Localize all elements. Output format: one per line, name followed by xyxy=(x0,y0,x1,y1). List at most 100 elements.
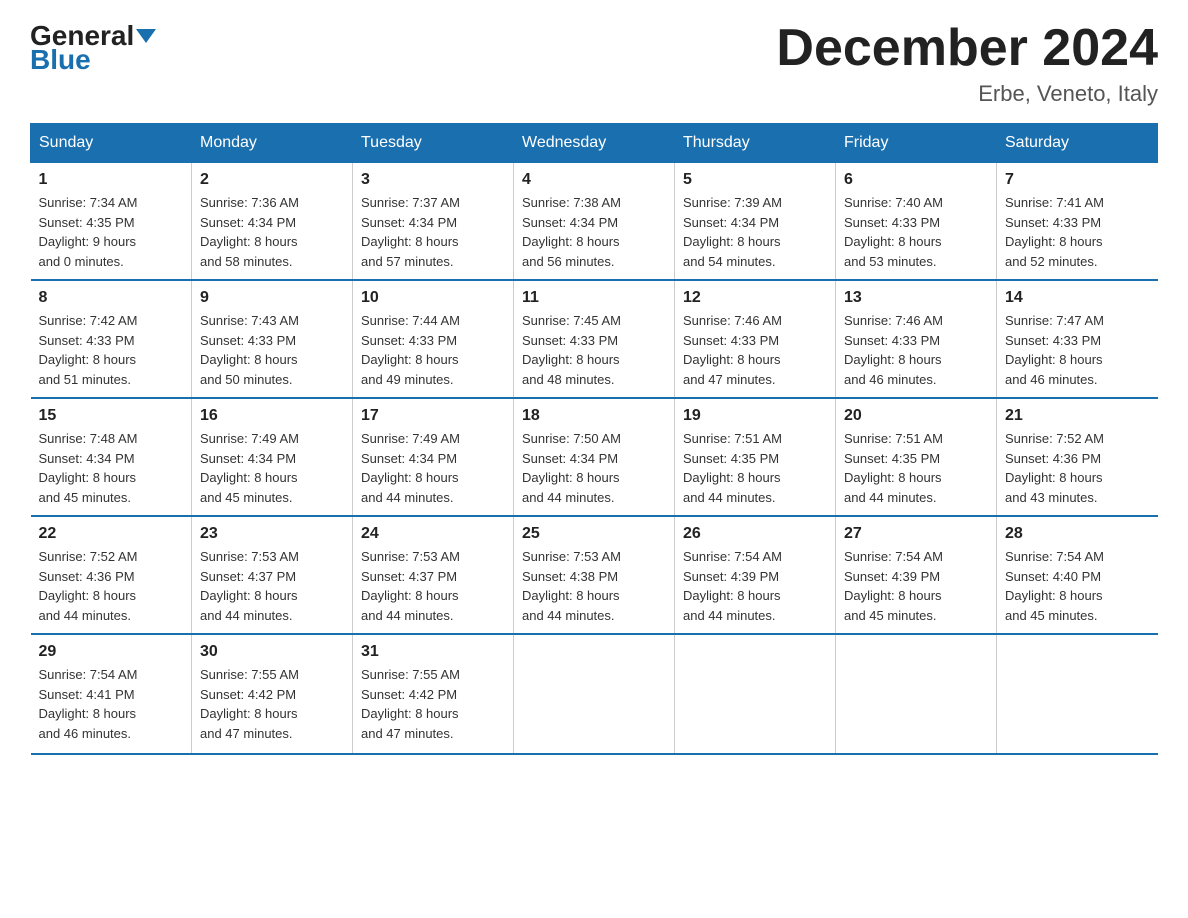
day-number: 9 xyxy=(200,289,344,307)
day-number: 1 xyxy=(39,171,184,189)
calendar-cell: 21Sunrise: 7:52 AM Sunset: 4:36 PM Dayli… xyxy=(997,398,1158,516)
day-info: Sunrise: 7:50 AM Sunset: 4:34 PM Dayligh… xyxy=(522,429,666,507)
day-info: Sunrise: 7:51 AM Sunset: 4:35 PM Dayligh… xyxy=(844,429,988,507)
day-number: 13 xyxy=(844,289,988,307)
day-info: Sunrise: 7:37 AM Sunset: 4:34 PM Dayligh… xyxy=(361,193,505,271)
day-number: 4 xyxy=(522,171,666,189)
day-number: 31 xyxy=(361,643,505,661)
subtitle: Erbe, Veneto, Italy xyxy=(776,81,1158,107)
calendar-cell xyxy=(836,634,997,754)
day-info: Sunrise: 7:34 AM Sunset: 4:35 PM Dayligh… xyxy=(39,193,184,271)
day-number: 21 xyxy=(1005,407,1150,425)
calendar-header-row: SundayMondayTuesdayWednesdayThursdayFrid… xyxy=(31,124,1158,163)
calendar-cell: 1 Sunrise: 7:34 AM Sunset: 4:35 PM Daylig… xyxy=(31,163,192,281)
day-info: Sunrise: 7:54 AM Sunset: 4:39 PM Dayligh… xyxy=(683,547,827,625)
title-block: December 2024 Erbe, Veneto, Italy xyxy=(776,20,1158,107)
calendar-dow-friday: Friday xyxy=(836,124,997,163)
day-number: 23 xyxy=(200,525,344,543)
day-info: Sunrise: 7:46 AM Sunset: 4:33 PM Dayligh… xyxy=(683,311,827,389)
logo-triangle-icon xyxy=(136,29,156,43)
calendar-cell: 29 Sunrise: 7:54 AM Sunset: 4:41 PM Dayli… xyxy=(31,634,192,754)
day-number: 10 xyxy=(361,289,505,307)
calendar-dow-saturday: Saturday xyxy=(997,124,1158,163)
calendar-table: SundayMondayTuesdayWednesdayThursdayFrid… xyxy=(30,123,1158,755)
calendar-cell: 18Sunrise: 7:50 AM Sunset: 4:34 PM Dayli… xyxy=(514,398,675,516)
day-info: Sunrise: 7:53 AM Sunset: 4:38 PM Dayligh… xyxy=(522,547,666,625)
calendar-dow-tuesday: Tuesday xyxy=(353,124,514,163)
calendar-cell: 26 Sunrise: 7:54 AM Sunset: 4:39 PM Dayli… xyxy=(675,516,836,634)
day-number: 5 xyxy=(683,171,827,189)
day-number: 22 xyxy=(39,525,184,543)
calendar-cell: 14 Sunrise: 7:47 AM Sunset: 4:33 PM Dayli… xyxy=(997,280,1158,398)
calendar-cell: 6 Sunrise: 7:40 AM Sunset: 4:33 PM Daylig… xyxy=(836,163,997,281)
day-info: Sunrise: 7:51 AM Sunset: 4:35 PM Dayligh… xyxy=(683,429,827,507)
day-info: Sunrise: 7:38 AM Sunset: 4:34 PM Dayligh… xyxy=(522,193,666,271)
calendar-dow-wednesday: Wednesday xyxy=(514,124,675,163)
day-number: 12 xyxy=(683,289,827,307)
day-number: 20 xyxy=(844,407,988,425)
day-number: 30 xyxy=(200,643,344,661)
calendar-cell: 24Sunrise: 7:53 AM Sunset: 4:37 PM Dayli… xyxy=(353,516,514,634)
day-number: 3 xyxy=(361,171,505,189)
main-title: December 2024 xyxy=(776,20,1158,77)
day-info: Sunrise: 7:54 AM Sunset: 4:41 PM Dayligh… xyxy=(39,665,184,743)
calendar-cell: 9 Sunrise: 7:43 AM Sunset: 4:33 PM Daylig… xyxy=(192,280,353,398)
day-number: 19 xyxy=(683,407,827,425)
page-header: General Blue December 2024 Erbe, Veneto,… xyxy=(30,20,1158,107)
calendar-cell: 4 Sunrise: 7:38 AM Sunset: 4:34 PM Daylig… xyxy=(514,163,675,281)
day-info: Sunrise: 7:44 AM Sunset: 4:33 PM Dayligh… xyxy=(361,311,505,389)
day-number: 16 xyxy=(200,407,344,425)
day-number: 24 xyxy=(361,525,505,543)
calendar-cell: 7Sunrise: 7:41 AM Sunset: 4:33 PM Daylig… xyxy=(997,163,1158,281)
day-number: 6 xyxy=(844,171,988,189)
day-info: Sunrise: 7:52 AM Sunset: 4:36 PM Dayligh… xyxy=(39,547,184,625)
calendar-cell: 15 Sunrise: 7:48 AM Sunset: 4:34 PM Dayli… xyxy=(31,398,192,516)
day-info: Sunrise: 7:48 AM Sunset: 4:34 PM Dayligh… xyxy=(39,429,184,507)
calendar-dow-monday: Monday xyxy=(192,124,353,163)
calendar-cell: 27Sunrise: 7:54 AM Sunset: 4:39 PM Dayli… xyxy=(836,516,997,634)
calendar-cell: 13 Sunrise: 7:46 AM Sunset: 4:33 PM Dayli… xyxy=(836,280,997,398)
day-info: Sunrise: 7:42 AM Sunset: 4:33 PM Dayligh… xyxy=(39,311,184,389)
day-number: 15 xyxy=(39,407,184,425)
day-info: Sunrise: 7:54 AM Sunset: 4:40 PM Dayligh… xyxy=(1005,547,1150,625)
calendar-cell: 25 Sunrise: 7:53 AM Sunset: 4:38 PM Dayli… xyxy=(514,516,675,634)
day-info: Sunrise: 7:46 AM Sunset: 4:33 PM Dayligh… xyxy=(844,311,988,389)
calendar-cell: 16Sunrise: 7:49 AM Sunset: 4:34 PM Dayli… xyxy=(192,398,353,516)
day-number: 11 xyxy=(522,289,666,307)
calendar-cell xyxy=(675,634,836,754)
calendar-dow-sunday: Sunday xyxy=(31,124,192,163)
day-number: 26 xyxy=(683,525,827,543)
calendar-cell: 22 Sunrise: 7:52 AM Sunset: 4:36 PM Dayli… xyxy=(31,516,192,634)
calendar-cell: 2Sunrise: 7:36 AM Sunset: 4:34 PM Daylig… xyxy=(192,163,353,281)
day-info: Sunrise: 7:55 AM Sunset: 4:42 PM Dayligh… xyxy=(361,665,505,743)
calendar-cell: 28 Sunrise: 7:54 AM Sunset: 4:40 PM Dayli… xyxy=(997,516,1158,634)
day-number: 28 xyxy=(1005,525,1150,543)
calendar-cell: 3 Sunrise: 7:37 AM Sunset: 4:34 PM Daylig… xyxy=(353,163,514,281)
calendar-cell: 20 Sunrise: 7:51 AM Sunset: 4:35 PM Dayli… xyxy=(836,398,997,516)
calendar-cell xyxy=(514,634,675,754)
day-info: Sunrise: 7:40 AM Sunset: 4:33 PM Dayligh… xyxy=(844,193,988,271)
calendar-week-row: 22 Sunrise: 7:52 AM Sunset: 4:36 PM Dayli… xyxy=(31,516,1158,634)
day-info: Sunrise: 7:36 AM Sunset: 4:34 PM Dayligh… xyxy=(200,193,344,271)
logo-blue-text: Blue xyxy=(30,44,91,75)
day-number: 8 xyxy=(39,289,184,307)
day-info: Sunrise: 7:39 AM Sunset: 4:34 PM Dayligh… xyxy=(683,193,827,271)
calendar-cell: 8 Sunrise: 7:42 AM Sunset: 4:33 PM Daylig… xyxy=(31,280,192,398)
day-number: 7 xyxy=(1005,171,1150,189)
day-number: 14 xyxy=(1005,289,1150,307)
day-number: 27 xyxy=(844,525,988,543)
day-number: 17 xyxy=(361,407,505,425)
day-number: 25 xyxy=(522,525,666,543)
day-info: Sunrise: 7:45 AM Sunset: 4:33 PM Dayligh… xyxy=(522,311,666,389)
calendar-week-row: 8 Sunrise: 7:42 AM Sunset: 4:33 PM Daylig… xyxy=(31,280,1158,398)
calendar-cell: 5 Sunrise: 7:39 AM Sunset: 4:34 PM Daylig… xyxy=(675,163,836,281)
calendar-week-row: 29 Sunrise: 7:54 AM Sunset: 4:41 PM Dayli… xyxy=(31,634,1158,754)
day-info: Sunrise: 7:43 AM Sunset: 4:33 PM Dayligh… xyxy=(200,311,344,389)
calendar-cell: 31 Sunrise: 7:55 AM Sunset: 4:42 PM Dayli… xyxy=(353,634,514,754)
day-info: Sunrise: 7:55 AM Sunset: 4:42 PM Dayligh… xyxy=(200,665,344,743)
day-number: 29 xyxy=(39,643,184,661)
calendar-cell: 11 Sunrise: 7:45 AM Sunset: 4:33 PM Dayli… xyxy=(514,280,675,398)
day-info: Sunrise: 7:47 AM Sunset: 4:33 PM Dayligh… xyxy=(1005,311,1150,389)
day-info: Sunrise: 7:53 AM Sunset: 4:37 PM Dayligh… xyxy=(200,547,344,625)
day-info: Sunrise: 7:49 AM Sunset: 4:34 PM Dayligh… xyxy=(361,429,505,507)
